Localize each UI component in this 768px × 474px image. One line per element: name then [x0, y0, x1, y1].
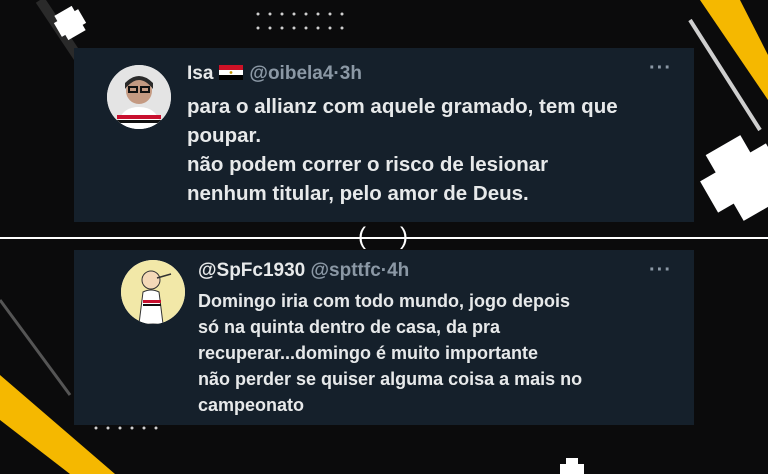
- display-name[interactable]: @SpFc1930: [198, 260, 305, 281]
- egypt-flag-icon: [219, 65, 244, 80]
- display-name[interactable]: Isa: [187, 63, 213, 84]
- avatar-image: [107, 65, 171, 129]
- divider-paren-left: (: [358, 223, 366, 250]
- dot-grid-bottom: [94, 426, 158, 430]
- tweet-card-2[interactable]: @SpFc1930 @spttfc·4h ··· Domingo iria co…: [74, 250, 694, 425]
- avatar-image: [121, 260, 185, 324]
- tweet-card-1[interactable]: Isa @oibela4·3h ··· para o allianz com aq…: [74, 48, 694, 222]
- avatar[interactable]: [107, 65, 171, 129]
- handle[interactable]: @spttfc: [311, 260, 381, 281]
- timestamp[interactable]: 4h: [387, 260, 409, 281]
- more-options-icon[interactable]: ···: [649, 58, 672, 78]
- cross-bottom: [560, 458, 584, 474]
- divider-line: [0, 237, 768, 239]
- line-left-grey: [0, 299, 72, 396]
- cross-top-left: [53, 5, 87, 41]
- tweet-text: para o allianz com aquele gramado, tem q…: [187, 95, 618, 205]
- tweet-text: Domingo iria com todo mundo, jogo depois…: [198, 291, 583, 415]
- avatar[interactable]: [121, 260, 185, 324]
- tweet-header: Isa @oibela4·3h: [187, 62, 362, 86]
- tweet-header: @SpFc1930 @spttfc·4h: [198, 259, 409, 283]
- cross-right: [700, 135, 768, 221]
- more-options-icon[interactable]: ···: [649, 260, 672, 280]
- dot-grid-top: [256, 12, 344, 30]
- handle[interactable]: @oibela4: [249, 63, 333, 84]
- divider-paren-right: ): [400, 223, 408, 250]
- timestamp[interactable]: 3h: [340, 63, 362, 84]
